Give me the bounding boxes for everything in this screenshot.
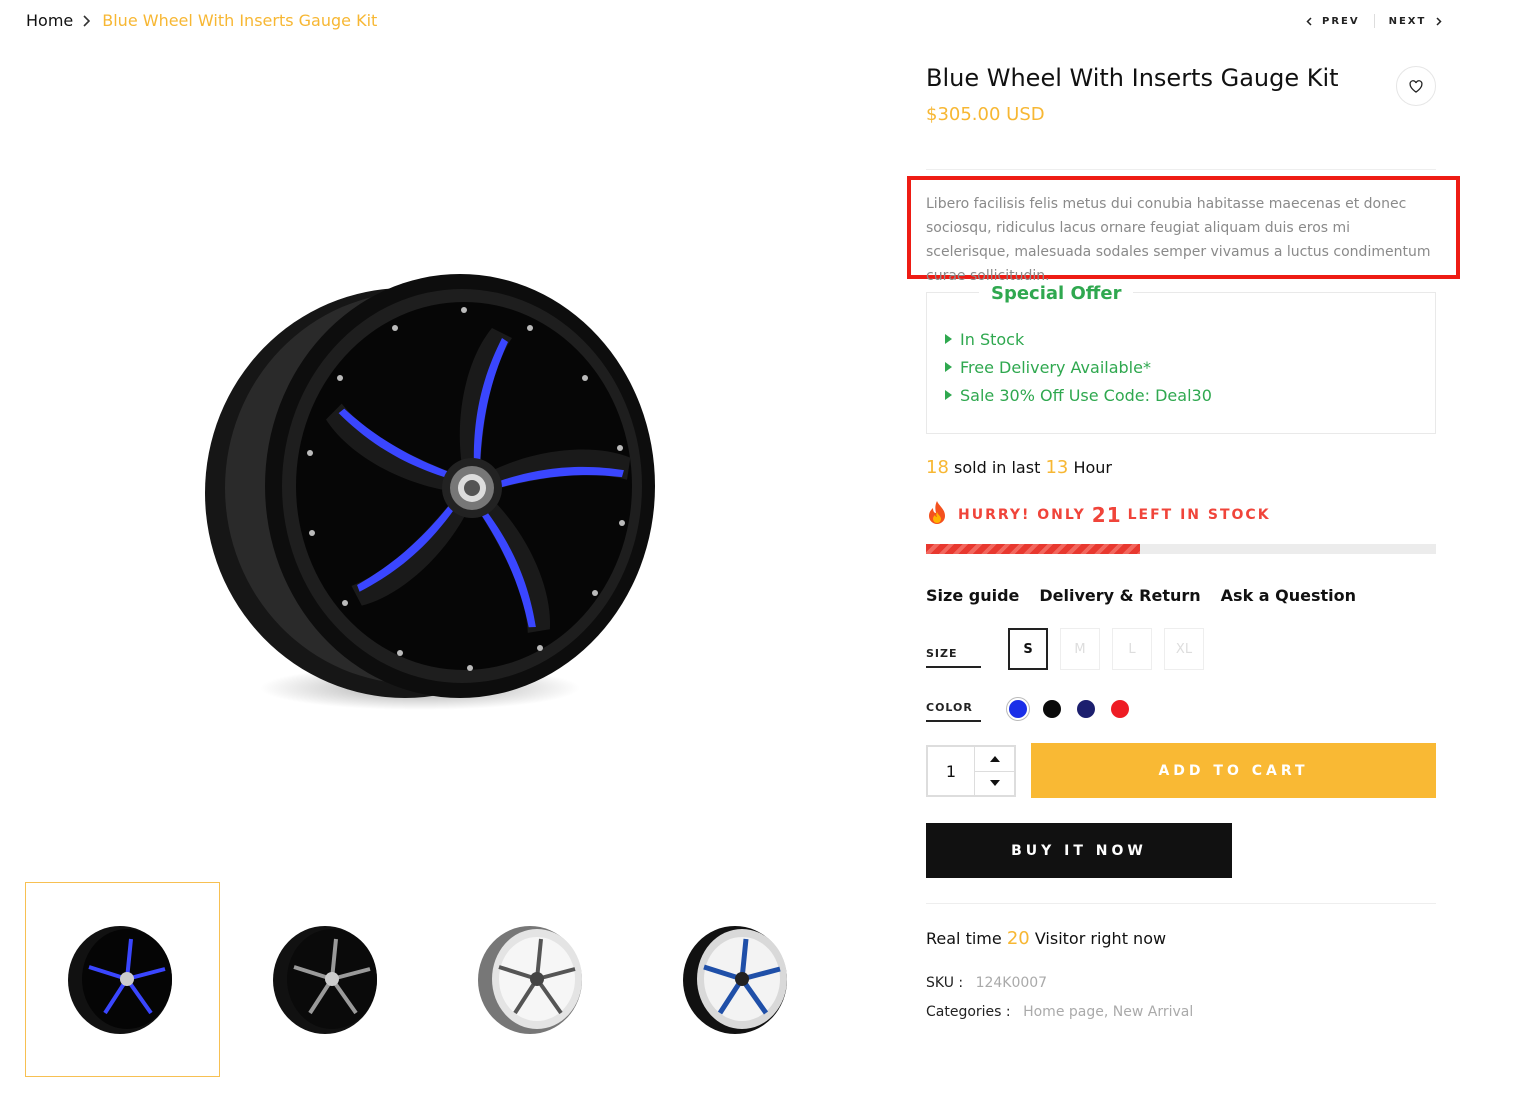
next-product-link[interactable]: NEXT (1389, 16, 1443, 27)
chevron-right-icon (1436, 16, 1442, 26)
prev-product-link[interactable]: PREV (1306, 16, 1360, 27)
offer-item: Free Delivery Available* (945, 353, 1212, 381)
main-product-image[interactable] (190, 258, 670, 728)
stock-prefix: HURRY! ONLY (958, 507, 1086, 523)
next-label: NEXT (1388, 15, 1427, 27)
color-swatch-black[interactable] (1040, 697, 1064, 721)
thumbnail-1[interactable] (25, 882, 220, 1077)
divider (926, 903, 1436, 904)
caret-up-icon (989, 755, 1000, 762)
categories-row: Categories : Home page, New Arrival (926, 1004, 1193, 1020)
thumbnail-3[interactable] (435, 882, 630, 1077)
delivery-return-link[interactable]: Delivery & Return (1039, 586, 1200, 605)
swatch-fill (1111, 700, 1129, 718)
size-guide-link[interactable]: Size guide (926, 586, 1019, 605)
color-options (1006, 697, 1132, 721)
thumbnail-2[interactable] (230, 882, 425, 1077)
prev-label: PREV (1322, 15, 1360, 27)
special-offer-title: Special Offer (979, 283, 1134, 304)
triangle-right-icon (945, 334, 952, 344)
thumbnail-gallery (25, 882, 845, 1077)
visitor-prefix: Real time (926, 929, 1002, 948)
sold-counter: 18 sold in last 13 Hour (926, 457, 1112, 478)
offer-item: Sale 30% Off Use Code: Deal30 (945, 381, 1212, 409)
sku-value: 124K0007 (975, 975, 1048, 991)
color-label: COLOR (926, 701, 981, 722)
sku-label: SKU : (926, 975, 964, 991)
visitor-counter: Real time 20 Visitor right now (926, 928, 1166, 949)
size-option-l[interactable]: L (1112, 628, 1152, 670)
quantity-decrease-button[interactable] (975, 770, 1014, 796)
size-option-xl[interactable]: XL (1164, 628, 1204, 670)
caret-down-icon (989, 780, 1000, 787)
breadcrumb: Home Blue Wheel With Inserts Gauge Kit (26, 11, 377, 30)
breadcrumb-home-link[interactable]: Home (26, 11, 73, 30)
stock-progress-fill (926, 544, 1141, 554)
buy-now-button[interactable]: BUY IT NOW (926, 823, 1232, 878)
quantity-stepper: 1 (926, 745, 1016, 797)
category-separator: , (1103, 1004, 1113, 1020)
product-pager: PREV NEXT (1306, 14, 1442, 28)
visitor-count: 20 (1006, 928, 1030, 949)
chevron-right-icon (82, 14, 91, 27)
size-options: S M L XL (1008, 628, 1204, 670)
fire-icon (926, 500, 948, 530)
heart-icon (1409, 79, 1423, 93)
sold-unit: Hour (1073, 458, 1112, 477)
stock-suffix: LEFT IN STOCK (1127, 507, 1271, 523)
category-link-home-page[interactable]: Home page (1023, 1004, 1104, 1020)
chevron-left-icon (1306, 16, 1312, 26)
triangle-right-icon (945, 390, 952, 400)
wishlist-button[interactable] (1396, 66, 1436, 106)
sold-count: 18 (926, 457, 949, 478)
offer-item-text: In Stock (960, 329, 1025, 349)
swatch-fill (1043, 700, 1061, 718)
color-swatch-navy[interactable] (1074, 697, 1098, 721)
swatch-fill (1077, 700, 1095, 718)
stock-count: 21 (1091, 503, 1122, 527)
stock-alert: HURRY! ONLY 21 LEFT IN STOCK (926, 500, 1271, 530)
offer-item-text: Sale 30% Off Use Code: Deal30 (960, 385, 1212, 405)
breadcrumb-current: Blue Wheel With Inserts Gauge Kit (102, 11, 378, 30)
sold-hours: 13 (1045, 457, 1069, 478)
offer-item: In Stock (945, 325, 1212, 353)
offer-list: In Stock Free Delivery Available* Sale 3… (945, 325, 1212, 409)
offer-item-text: Free Delivery Available* (960, 357, 1151, 377)
special-offer-box: Special Offer In Stock Free Delivery Ava… (926, 283, 1436, 434)
category-link-new-arrival[interactable]: New Arrival (1113, 1004, 1193, 1020)
quantity-increase-button[interactable] (975, 747, 1014, 771)
color-swatch-red[interactable] (1108, 697, 1132, 721)
ask-question-link[interactable]: Ask a Question (1221, 586, 1356, 605)
thumbnail-4[interactable] (640, 882, 835, 1077)
sold-text: sold in last (954, 458, 1041, 477)
add-to-cart-button[interactable]: ADD TO CART (1031, 743, 1436, 798)
quantity-input[interactable]: 1 (928, 747, 974, 795)
info-links: Size guide Delivery & Return Ask a Quest… (926, 586, 1356, 605)
product-title: Blue Wheel With Inserts Gauge Kit (926, 64, 1339, 92)
size-label: SIZE (926, 647, 981, 668)
color-swatch-blue[interactable] (1006, 697, 1030, 721)
swatch-fill (1009, 700, 1027, 718)
size-option-s[interactable]: S (1008, 628, 1048, 670)
product-info: Blue Wheel With Inserts Gauge Kit $305.0… (926, 60, 1436, 170)
triangle-right-icon (945, 362, 952, 372)
pager-divider (1373, 14, 1375, 28)
size-option-m[interactable]: M (1060, 628, 1100, 670)
visitor-suffix: Visitor right now (1034, 929, 1167, 948)
sku-row: SKU : 124K0007 (926, 975, 1047, 991)
product-price: $305.00 USD (926, 104, 1045, 125)
product-description: Libero facilisis felis metus dui conubia… (926, 196, 1431, 284)
categories-label: Categories : (926, 1004, 1011, 1020)
stock-progress-bar (926, 544, 1436, 554)
divider (926, 169, 1436, 170)
